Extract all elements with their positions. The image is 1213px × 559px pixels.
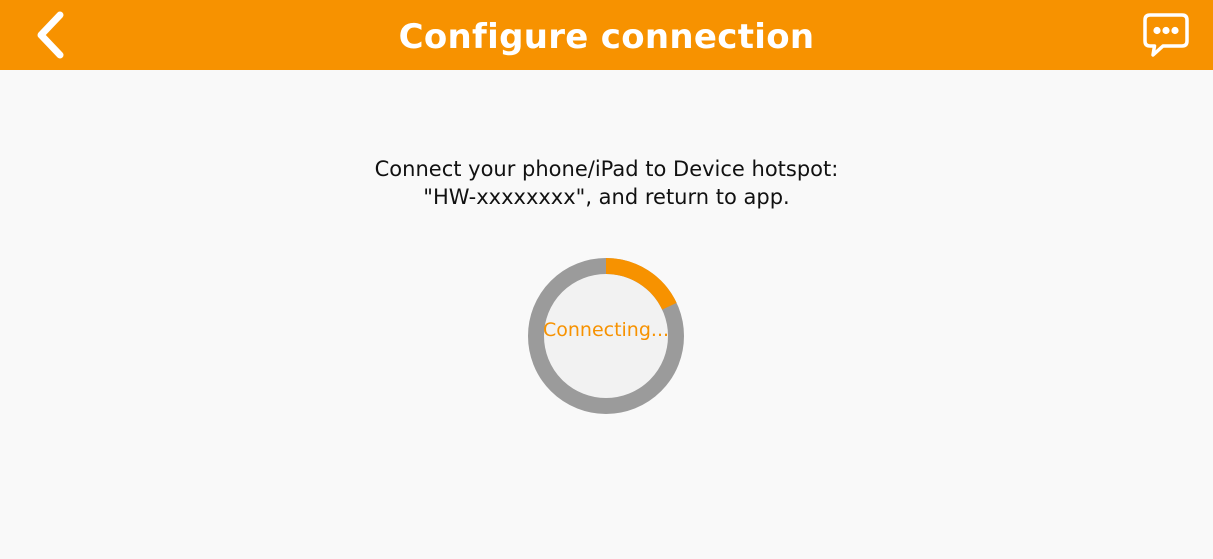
connection-progress-ring: Connecting... xyxy=(528,258,684,414)
app-header: Configure connection xyxy=(0,0,1213,70)
progress-label: Connecting... xyxy=(542,319,670,341)
back-button[interactable] xyxy=(22,6,78,64)
chevron-left-icon xyxy=(37,11,64,59)
instruction-line-1: Connect your phone/iPad to Device hotspo… xyxy=(374,157,839,181)
chat-bubble-icon xyxy=(1143,13,1189,57)
page-title: Configure connection xyxy=(398,17,815,57)
chat-button[interactable] xyxy=(1140,10,1192,60)
hotspot-instructions: Connect your phone/iPad to Device hotspo… xyxy=(0,155,1213,211)
instruction-line-2: "HW-xxxxxxxx", and return to app. xyxy=(423,185,790,209)
